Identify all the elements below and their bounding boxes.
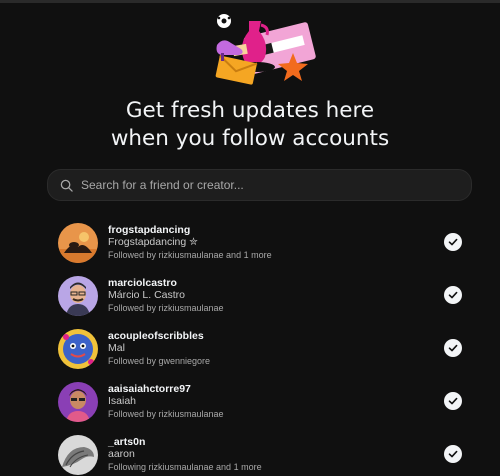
following-check-button[interactable] [444,233,462,251]
account-full-name: Frogstapdancing ✮ [108,236,198,249]
checkmark-icon [448,450,458,458]
account-username[interactable]: frogstapdancing [108,224,272,237]
account-full-name: Márcio L. Castro [108,289,186,302]
checkmark-icon [448,238,458,246]
list-item[interactable]: aaisaiahctorre97 Isaiah Followed by rizk… [58,375,468,428]
search-icon [60,179,73,192]
account-followed-by: Following rizkiusmaulanae and 1 more [108,461,262,472]
account-username[interactable]: _arts0n [108,436,262,449]
avatar[interactable] [58,275,98,316]
search-input[interactable] [79,177,443,193]
list-item[interactable]: _arts0n aaron Following rizkiusmaulanae … [58,428,468,476]
page-title: Get fresh updates here when you follow a… [0,97,500,153]
account-username[interactable]: acoupleofscribbles [108,330,210,343]
account-followed-by: Followed by rizkiusmaulanae and 1 more [108,249,272,260]
collage-illustration-icon [215,14,316,85]
following-check-button[interactable] [444,286,462,304]
hero-illustration [0,9,500,91]
account-full-name: Mal [108,342,125,355]
account-followed-by: Followed by rizkiusmaulanae [108,408,224,419]
account-username[interactable]: marciolcastro [108,277,224,290]
follow-suggestions-page: Get fresh updates here when you follow a… [0,0,500,476]
account-followed-by: Followed by gwenniegore [108,355,211,366]
account-full-name: aaron [108,448,135,461]
search-bar[interactable] [47,169,472,201]
following-check-button[interactable] [444,392,462,410]
checkmark-icon [448,291,458,299]
page-title-line1: Get fresh updates here [125,98,375,123]
checkmark-icon [448,397,458,405]
following-check-button[interactable] [444,445,462,463]
list-item[interactable]: frogstapdancing Frogstapdancing ✮ Follow… [58,216,468,269]
account-full-name: Isaiah [108,395,137,408]
checkmark-icon [448,344,458,352]
account-list: frogstapdancing Frogstapdancing ✮ Follow… [58,216,468,476]
avatar[interactable] [58,434,98,475]
account-username[interactable]: aaisaiahctorre97 [108,383,224,396]
avatar[interactable] [58,381,98,422]
avatar[interactable] [58,328,98,369]
avatar[interactable] [58,222,98,263]
account-followed-by: Followed by rizkiusmaulanae [108,302,224,313]
list-item[interactable]: acoupleofscribbles Mal Followed by gwenn… [58,322,468,375]
following-check-button[interactable] [444,339,462,357]
page-title-line2: when you follow accounts [110,126,390,151]
list-item[interactable]: marciolcastro Márcio L. Castro Followed … [58,269,468,322]
